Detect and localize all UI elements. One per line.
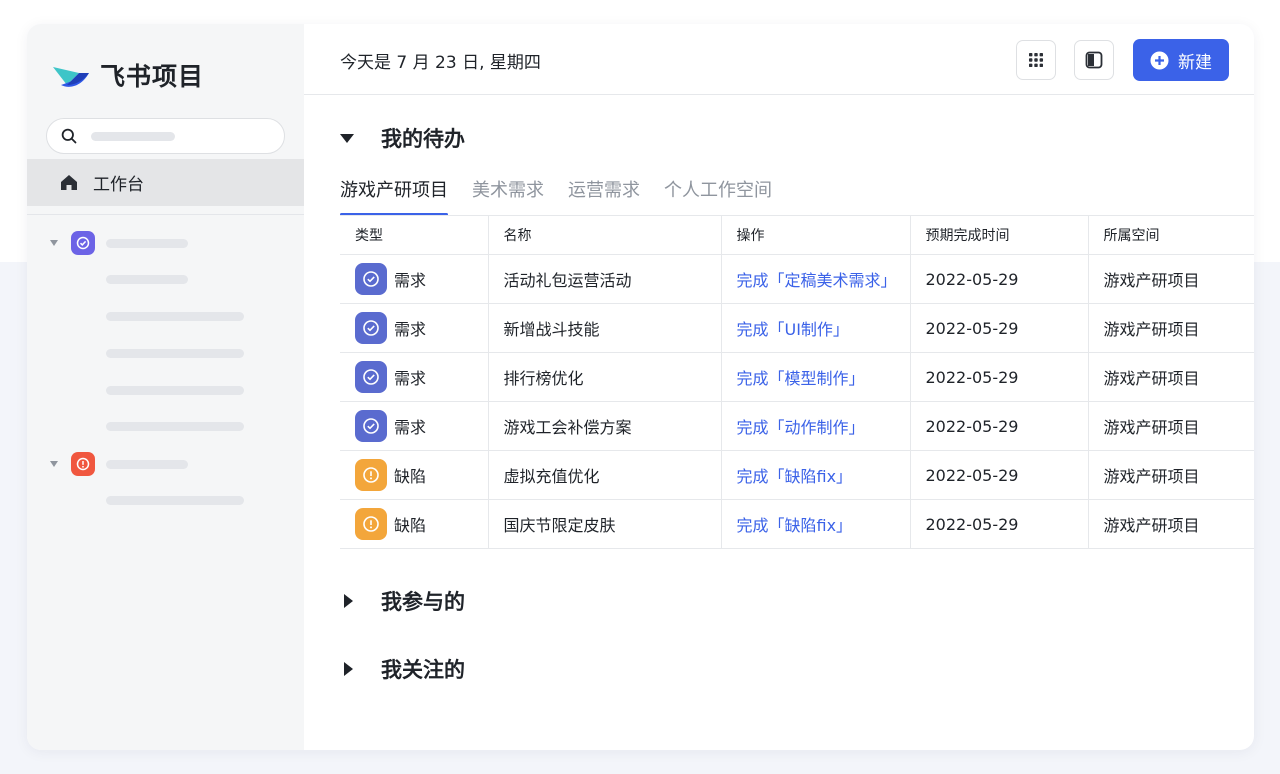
type-label: 缺陷 — [394, 516, 427, 535]
chevron-down-icon[interactable] — [50, 240, 58, 246]
apps-button[interactable] — [1016, 40, 1056, 80]
main-content: 今天是 7 月 23 日, 星期四 新建 我的待办 游戏产研项目 美术需求 运营… — [304, 24, 1254, 750]
type-label: 需求 — [394, 418, 427, 437]
space-name: 游戏产研项目 — [1088, 401, 1254, 451]
table-row[interactable]: 缺陷 国庆节限定皮肤 完成「缺陷fix」 2022-05-29 游戏产研项目 — [340, 499, 1254, 549]
action-link[interactable]: 完成「缺陷fix」 — [721, 450, 911, 500]
sidebar-item-label: 工作台 — [93, 175, 144, 195]
action-link[interactable]: 完成「缺陷fix」 — [721, 499, 911, 549]
sidebar-skeleton-item[interactable] — [106, 386, 244, 395]
sidebar-skeleton-item[interactable] — [106, 275, 188, 284]
due-date: 2022-05-29 — [910, 254, 1089, 304]
sidebar-skeleton-item[interactable] — [106, 496, 244, 505]
table-row[interactable]: 需求 游戏工会补偿方案 完成「动作制作」 2022-05-29 游戏产研项目 — [340, 401, 1254, 451]
action-link[interactable]: 完成「模型制作」 — [721, 352, 911, 402]
caret-right-icon[interactable] — [344, 594, 353, 608]
tab-game-project[interactable]: 游戏产研项目 — [340, 176, 448, 216]
table-row[interactable]: 需求 排行榜优化 完成「模型制作」 2022-05-29 游戏产研项目 — [340, 352, 1254, 402]
todo-table: 类型 名称 操作 预期完成时间 所属空间 需求 活动礼包运营活动 完成「定稿美术… — [340, 215, 1254, 549]
table-row[interactable]: 需求 活动礼包运营活动 完成「定稿美术需求」 2022-05-29 游戏产研项目 — [340, 254, 1254, 304]
defect-icon — [355, 508, 387, 540]
app-logo: 飞书项目 — [51, 57, 204, 93]
sidebar-divider — [27, 214, 304, 215]
sidebar-group-requirements[interactable] — [50, 231, 188, 255]
action-link[interactable]: 完成「UI制作」 — [721, 303, 911, 353]
column-header-action[interactable]: 操作 — [721, 215, 911, 255]
caret-right-icon[interactable] — [344, 662, 353, 676]
app-window: 飞书项目 工作台 今天是 7 月 23 日, 星期四 新建 我的待办 游戏产研项… — [27, 24, 1254, 750]
alert-circle-icon — [71, 452, 95, 476]
column-header-space[interactable]: 所属空间 — [1088, 215, 1254, 255]
plus-circle-icon — [1150, 51, 1169, 69]
sidebar-skeleton-item[interactable] — [106, 349, 244, 358]
action-link[interactable]: 完成「定稿美术需求」 — [721, 254, 911, 304]
due-date: 2022-05-29 — [910, 352, 1089, 402]
space-name: 游戏产研项目 — [1088, 450, 1254, 500]
type-label: 缺陷 — [394, 467, 427, 486]
home-icon — [61, 175, 77, 190]
search-icon — [61, 128, 77, 144]
type-label: 需求 — [394, 369, 427, 388]
section-title: 我关注的 — [381, 658, 465, 682]
group-title-skeleton — [106, 238, 188, 248]
search-placeholder-skeleton — [91, 131, 175, 141]
new-button-label: 新建 — [1178, 52, 1212, 73]
tab-art-requirements[interactable]: 美术需求 — [472, 176, 544, 216]
due-date: 2022-05-29 — [910, 450, 1089, 500]
section-participated[interactable]: 我参与的 — [340, 586, 465, 616]
project-tabs: 游戏产研项目 美术需求 运营需求 个人工作空间 — [340, 176, 796, 216]
group-title-skeleton — [106, 459, 188, 469]
requirement-icon — [355, 263, 387, 295]
tab-operations-requirements[interactable]: 运营需求 — [568, 176, 640, 216]
sidebar-item-workbench[interactable]: 工作台 — [27, 159, 304, 206]
sidebar-group-defects[interactable] — [50, 452, 188, 476]
requirement-icon — [355, 361, 387, 393]
space-name: 游戏产研项目 — [1088, 352, 1254, 402]
toggle-panel-button[interactable] — [1074, 40, 1114, 80]
section-title: 我的待办 — [381, 127, 465, 151]
search-input[interactable] — [46, 118, 285, 154]
due-date: 2022-05-29 — [910, 303, 1089, 353]
requirement-icon — [355, 410, 387, 442]
column-header-type[interactable]: 类型 — [340, 215, 489, 255]
item-name[interactable]: 国庆节限定皮肤 — [488, 499, 722, 549]
sidebar: 飞书项目 工作台 — [27, 24, 304, 750]
check-circle-icon — [71, 231, 95, 255]
caret-down-icon[interactable] — [340, 133, 354, 143]
section-title: 我参与的 — [381, 590, 465, 614]
section-todo[interactable]: 我的待办 — [340, 123, 465, 153]
date-text: 今天是 7 月 23 日, 星期四 — [340, 53, 541, 73]
sidebar-skeleton-item[interactable] — [106, 422, 244, 431]
item-name[interactable]: 活动礼包运营活动 — [488, 254, 722, 304]
tab-personal-workspace[interactable]: 个人工作空间 — [664, 176, 772, 216]
space-name: 游戏产研项目 — [1088, 303, 1254, 353]
space-name: 游戏产研项目 — [1088, 499, 1254, 549]
space-name: 游戏产研项目 — [1088, 254, 1254, 304]
due-date: 2022-05-29 — [910, 401, 1089, 451]
column-header-name[interactable]: 名称 — [488, 215, 722, 255]
table-row[interactable]: 缺陷 虚拟充值优化 完成「缺陷fix」 2022-05-29 游戏产研项目 — [340, 450, 1254, 500]
section-following[interactable]: 我关注的 — [340, 654, 465, 684]
app-name: 飞书项目 — [100, 62, 205, 91]
sidebar-skeleton-item[interactable] — [106, 312, 244, 321]
grid-icon — [1029, 53, 1043, 67]
type-label: 需求 — [394, 320, 427, 339]
due-date: 2022-05-29 — [910, 499, 1089, 549]
item-name[interactable]: 游戏工会补偿方案 — [488, 401, 722, 451]
item-name[interactable]: 排行榜优化 — [488, 352, 722, 402]
sidebar-panel-icon — [1085, 51, 1103, 69]
item-name[interactable]: 虚拟充值优化 — [488, 450, 722, 500]
requirement-icon — [355, 312, 387, 344]
table-header-row: 类型 名称 操作 预期完成时间 所属空间 — [340, 215, 1254, 255]
top-bar: 今天是 7 月 23 日, 星期四 新建 — [304, 24, 1254, 95]
logo-icon — [53, 67, 89, 87]
action-link[interactable]: 完成「动作制作」 — [721, 401, 911, 451]
type-label: 需求 — [394, 271, 427, 290]
item-name[interactable]: 新增战斗技能 — [488, 303, 722, 353]
new-button[interactable]: 新建 — [1133, 39, 1229, 81]
column-header-due[interactable]: 预期完成时间 — [910, 215, 1089, 255]
chevron-down-icon[interactable] — [50, 461, 58, 467]
table-row[interactable]: 需求 新增战斗技能 完成「UI制作」 2022-05-29 游戏产研项目 — [340, 303, 1254, 353]
defect-icon — [355, 459, 387, 491]
